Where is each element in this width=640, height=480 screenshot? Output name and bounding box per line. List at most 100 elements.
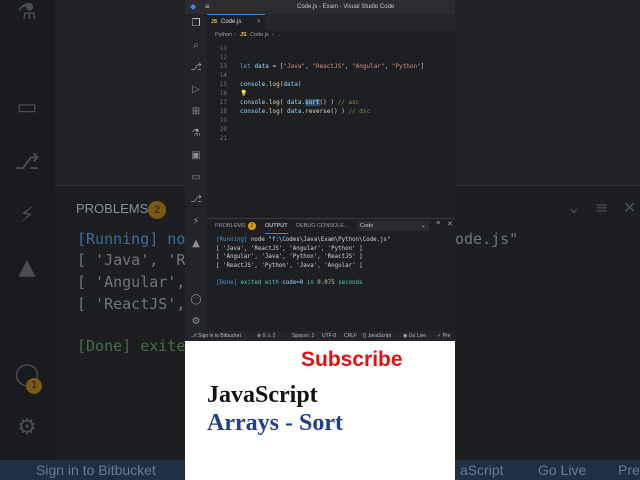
line-number: 21 [219,135,227,142]
close-icon[interactable]: × [257,15,261,30]
terminal-icon: ▭ [16,95,38,120]
output-line-3: [ 'ReactJS', 'Python', 'Java', 'Angular'… [216,262,363,269]
editor-tabs: JS Code.js × [207,14,455,31]
output-line-2: [ 'Angular', 'Java', 'Python', 'ReactJS'… [216,254,363,260]
code-line-17: console.log( data.sort() ) // asc [240,99,360,106]
vscode-logo-icon: ◆ [190,2,197,11]
tab-code-js[interactable]: JS Code.js × [207,14,265,31]
extensions-icon[interactable]: ⊞ [190,106,202,118]
output-done-line: [Done] exited with code=0 in 0.075 secon… [216,279,363,288]
clear-output-icon[interactable]: ≡ [436,220,440,227]
breadcrumb-ellipsis[interactable]: … [277,30,283,40]
status-problems[interactable]: ⊗ 0 ⚠ 2 [257,331,275,341]
done-tag: [Done] [216,279,237,286]
background-problems-label: PROBLEMS [76,201,149,216]
line-number: 20 [219,126,227,133]
chevron-right-icon: › [234,32,236,38]
run-debug-icon[interactable]: ▷ [190,84,202,96]
activity-bar: ❐ ⌕ ⎇ ▷ ⊞ ⚗ ▣ ▭ ⎇ ⚡ ▲ ◯ ⚙ [185,14,207,341]
close-panel-icon[interactable]: ✕ [447,220,453,228]
js-file-icon: JS [211,19,218,25]
done-text-b: in [303,279,318,286]
background-activity-bar: ⚗ ▭ ⎇ ⚡ ▲ ◯ 1 ⚙ [0,0,55,480]
status-sign-in[interactable]: ⎇ Sign in to Bitbucket [191,331,241,341]
lightning-icon[interactable]: ⚡ [190,216,202,228]
status-go-live[interactable]: ◉ Go Live [403,331,426,341]
line-number: 11 [219,45,227,52]
explorer-icon[interactable]: ❐ [190,18,202,30]
background-status-right-1: aScript [460,462,504,478]
background-line-4: [ 'ReactJS', [77,295,186,313]
background-line-3: [ 'Angular', [77,273,186,291]
status-prettier[interactable]: ✓ Pre [437,331,450,341]
status-sign-in-label: Sign in to Bitbucket [198,333,241,339]
output-channel-select[interactable]: Code ⌄ [357,221,429,231]
flask-icon: ⚗ [17,0,37,25]
breadcrumb-file[interactable]: Code.js [250,30,269,40]
done-exit-code: code=0 [282,279,304,286]
background-status-right-3: Pre [618,462,640,478]
terminal-icon[interactable]: ▭ [190,172,202,184]
line-number: 14 [219,72,227,79]
panel-tabs: PROBLEMS 2 OUTPUT DEBUG CONSOLE … Code ⌄ … [207,219,455,234]
tab-output[interactable]: OUTPUT [265,219,288,234]
problems-count-badge: 2 [247,222,256,230]
settings-icon[interactable]: ⚙ [190,316,202,328]
status-language[interactable]: {} JavaScript [363,331,391,341]
tab-problems-label: PROBLEMS [215,223,246,229]
running-tag: [Running] [216,237,248,243]
line-number: 18 [219,108,227,115]
remote-explorer-icon[interactable]: ▣ [190,150,202,162]
status-encoding[interactable]: UTF-8 [322,331,336,341]
account-icon[interactable]: ◯ [190,294,202,306]
tab-debug-console[interactable]: DEBUG CONSOLE [296,219,344,233]
line-number: 12 [219,54,227,61]
status-bar: ⎇ Sign in to Bitbucket ⊗ 0 ⚠ 2 Spaces: 2… [185,331,455,341]
flask-icon[interactable]: ⚗ [190,128,202,140]
done-text-c: seconds [334,279,363,286]
source-control-icon[interactable]: ⎇ [190,62,202,74]
menu-icon[interactable]: ≡ [205,0,210,14]
code-line-15: console.log(data) [240,81,302,88]
background-line-2: [ 'Java', 'Re [77,251,195,269]
line-number: 17 [219,99,227,106]
js-file-icon: JS [240,32,247,38]
subscribe-text: Subscribe [301,348,403,371]
tab-problems[interactable]: PROBLEMS 2 [215,219,256,233]
git-icon[interactable]: ⎇ [190,194,202,206]
breadcrumb: Python › JS Code.js › … [207,30,455,40]
line-number: 16 [219,90,227,97]
video-frame: ◆ ≡ Code.js - Exam - Visual Studio Code … [185,0,455,480]
status-eol[interactable]: CRLF [344,331,357,341]
azure-icon: ▲ [18,255,36,280]
output-line-1: [ 'Java', 'ReactJS', 'Angular', 'Python'… [216,245,363,252]
close-icon: ✕ [623,198,637,217]
background-status-left: Sign in to Bitbucket [36,462,156,478]
title-bar: ◆ ≡ Code.js - Exam - Visual Studio Code [185,0,455,14]
azure-icon[interactable]: ▲ [190,238,202,250]
code-editor[interactable]: 11 12 13 14 15 16 17 18 19 20 21 let data = ["Java… [207,40,455,218]
line-number: 19 [219,117,227,124]
status-go-live-label: Go Live [408,333,426,339]
tab-more[interactable]: … [344,219,350,233]
search-icon[interactable]: ⌕ [190,40,202,52]
done-time: 0.075 [317,279,335,286]
account-badge: 1 [26,378,42,394]
status-spaces[interactable]: Spaces: 2 [292,331,314,341]
output-channel-value: Code [360,223,374,229]
breadcrumb-folder[interactable]: Python [215,30,232,40]
chevron-down-icon: ⌄ [567,198,581,217]
git-icon: ⎇ [14,150,40,175]
clear-output-icon: ≡ [595,198,609,217]
background-problems-badge: 2 [148,201,166,219]
output-panel: PROBLEMS 2 OUTPUT DEBUG CONSOLE … Code ⌄ … [207,218,455,332]
title-javascript: JavaScript [207,382,318,408]
code-line-18: console.log( data.reverse() ) // dsc [240,108,371,115]
code-line-13: let data = ["Java", "ReactJS", "Angular"… [240,63,425,70]
lightbulb-icon[interactable]: 💡 [240,89,247,98]
chevron-right-icon: › [272,32,274,38]
window-title: Code.js - Exam - Visual Studio Code [297,4,395,10]
done-text-a: exited with [236,279,283,286]
background-status-right-2: Go Live [538,462,587,478]
background-line-1-suffix: ode.js" [455,230,519,248]
